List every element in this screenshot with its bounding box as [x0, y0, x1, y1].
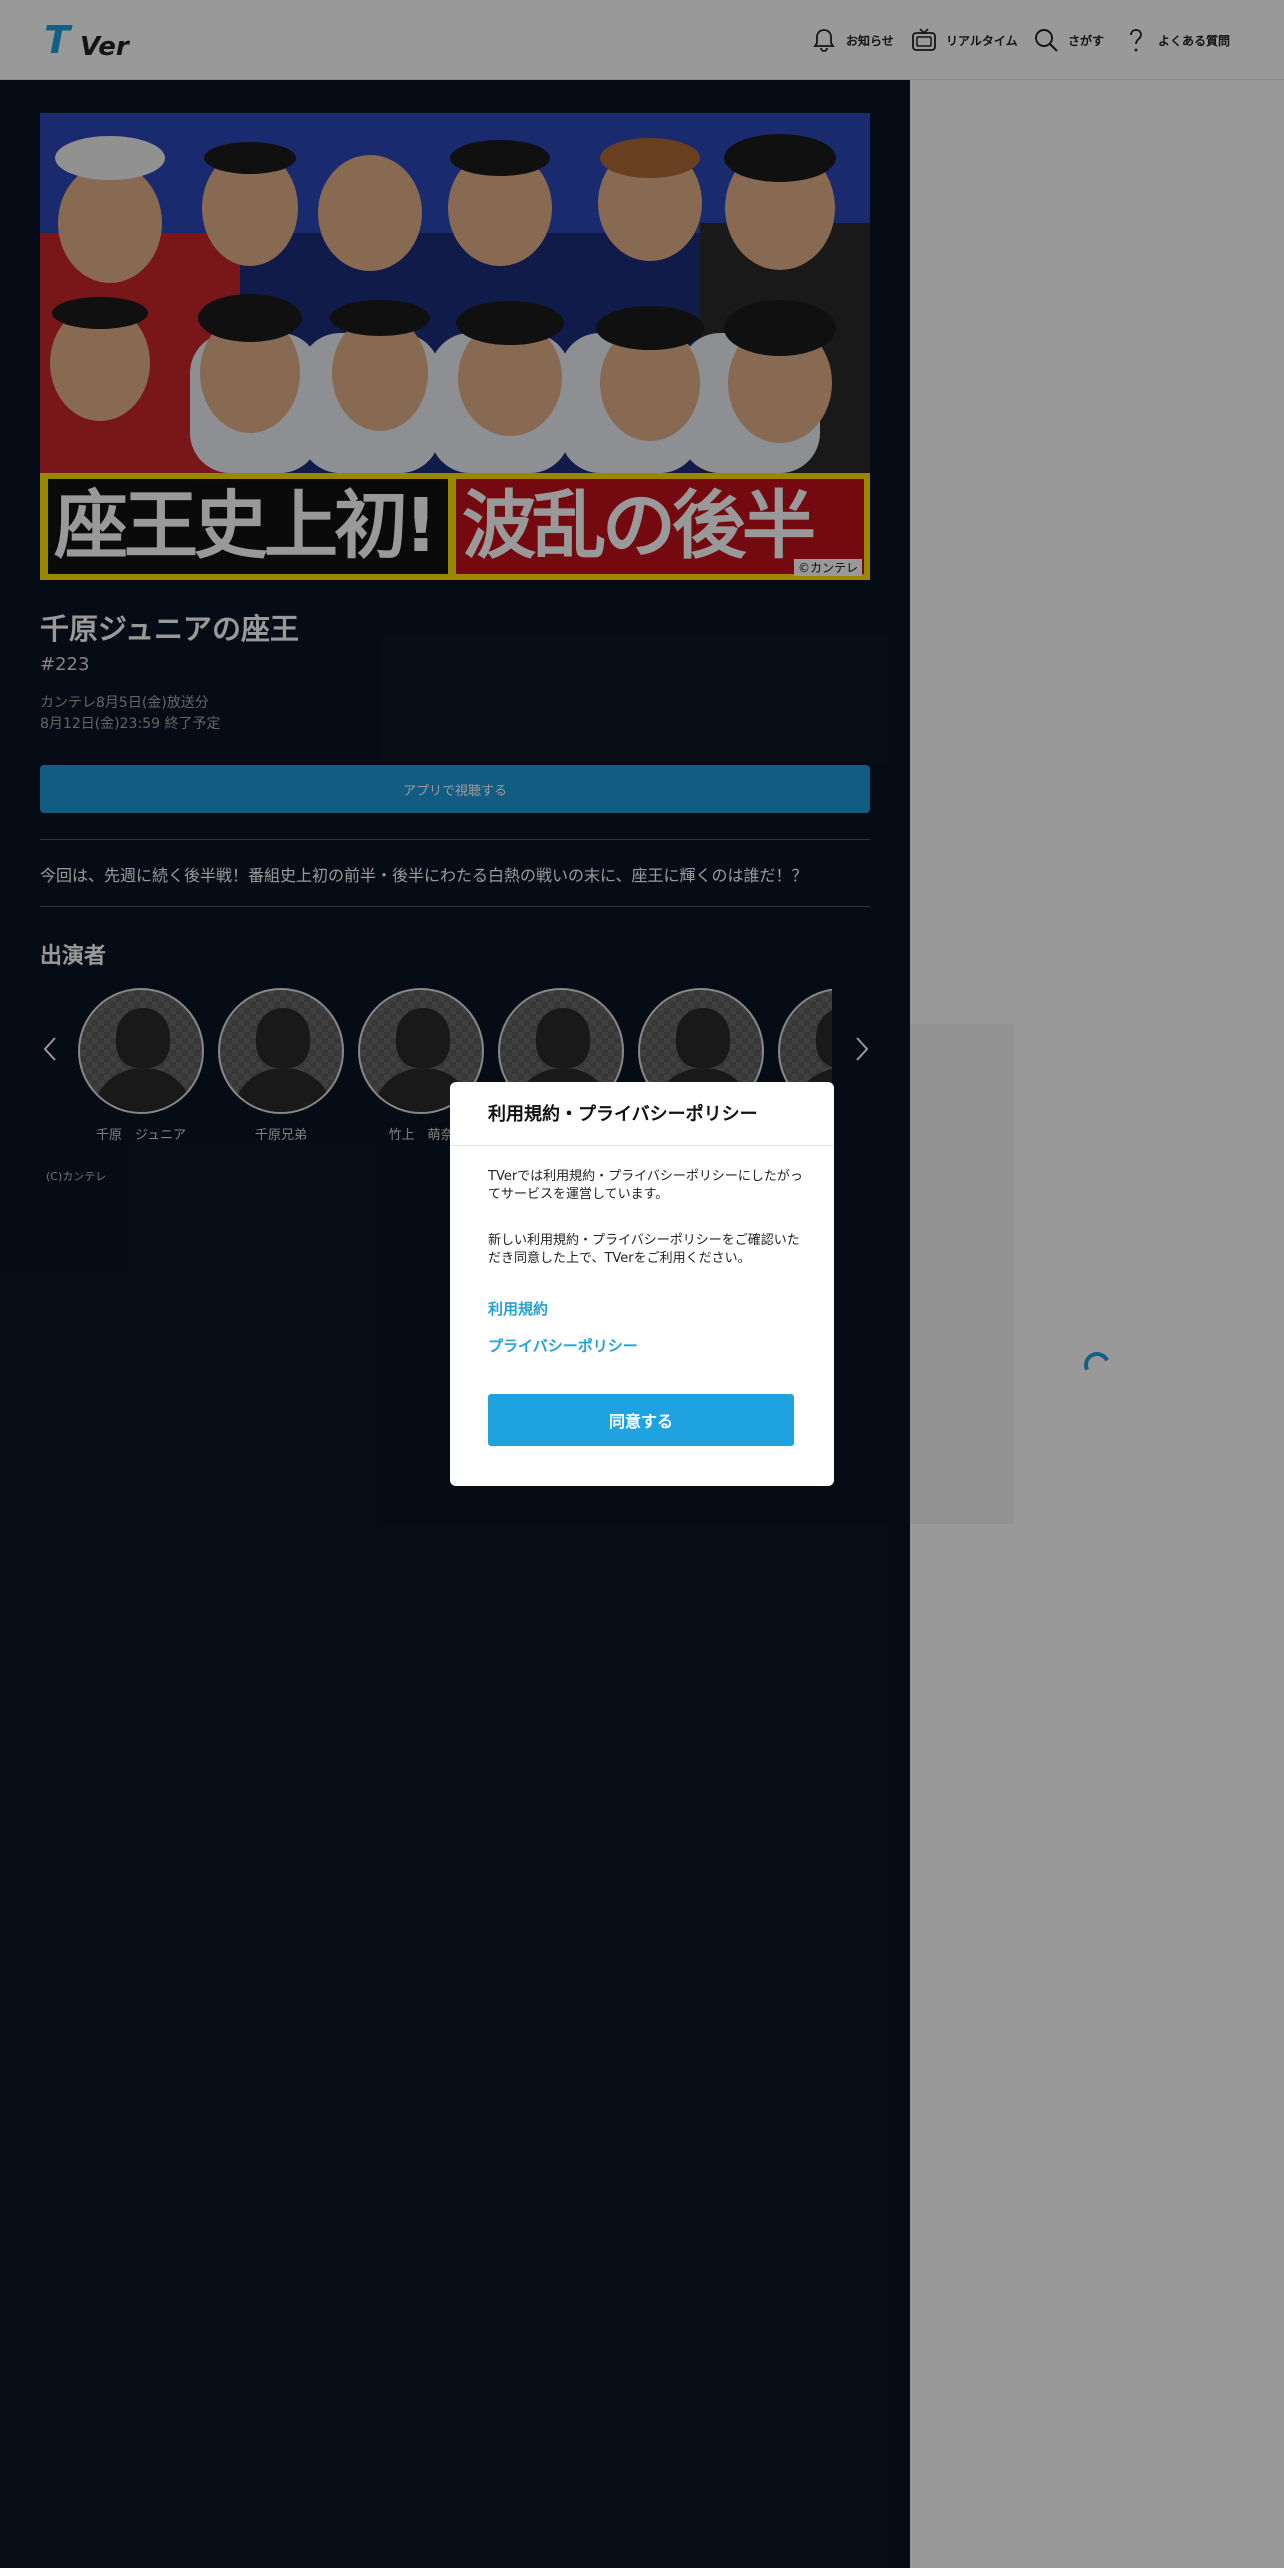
terms-link[interactable]: 利用規約 — [488, 1298, 548, 1319]
modal-text: TVerでは利用規約・プライバシーポリシーにしたがってサービスを運営しています。 — [488, 1169, 803, 1202]
modal-text: 新しい利用規約・プライバシーポリシーをご確認いただき同意した上で、TVerをご利… — [488, 1233, 800, 1266]
agree-button[interactable]: 同意する — [488, 1394, 794, 1446]
modal-title: 利用規約・プライバシーポリシー — [488, 1104, 758, 1125]
terms-modal: 利用規約・プライバシーポリシー TVerでは利用規約・プライバシーポリシーにした… — [450, 1082, 834, 1486]
privacy-policy-link[interactable]: プライバシーポリシー — [488, 1335, 638, 1356]
modal-divider — [450, 1145, 834, 1146]
